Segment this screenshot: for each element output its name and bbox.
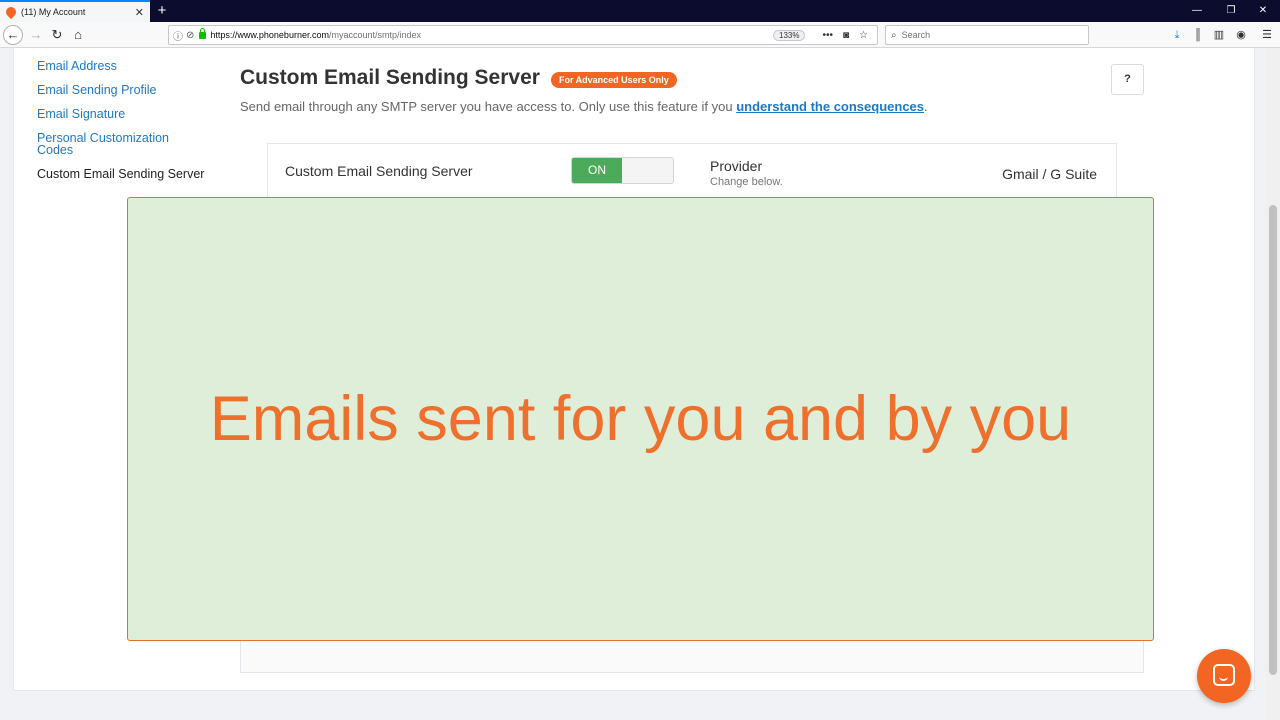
server-setting-label: Custom Email Sending Server xyxy=(285,163,473,179)
advanced-users-badge: For Advanced Users Only xyxy=(551,72,677,88)
browser-tab-active[interactable]: (11) My Account ✕ xyxy=(0,0,150,22)
tab-strip: (11) My Account ✕ + — ❐ ✕ xyxy=(0,0,1280,22)
tracking-protection-icon[interactable]: ⊘ xyxy=(186,30,194,41)
provider-hint: Change below. xyxy=(710,176,783,188)
url-path: /myaccount/smtp/index xyxy=(328,30,422,40)
menu-icon[interactable]: ☰ xyxy=(1259,27,1275,43)
back-arrow-icon[interactable]: ← xyxy=(3,25,23,45)
description-end: . xyxy=(924,99,928,114)
browser-toolbar: ← → ↻ ⌂ ⓘ ⊘ https://www.phoneburner.com … xyxy=(0,22,1280,48)
close-window-button[interactable]: ✕ xyxy=(1246,0,1280,22)
toggle-on-label: ON xyxy=(572,158,622,183)
tab-close-icon[interactable]: ✕ xyxy=(135,6,144,19)
overlay-caption: Emails sent for you and by you xyxy=(209,384,1072,454)
account-icon[interactable]: ◉ xyxy=(1233,27,1249,43)
sidebar-item-email-sending-profile[interactable]: Email Sending Profile xyxy=(37,84,217,97)
new-tab-button[interactable]: + xyxy=(153,1,171,21)
smtp-server-card: Custom Email Sending Server ON Provider … xyxy=(267,143,1117,203)
sidebar-toggle-icon[interactable]: ▥ xyxy=(1211,27,1227,43)
account-sidebar: Email Address Email Sending Profile Emai… xyxy=(37,60,217,192)
help-button[interactable]: ? xyxy=(1111,64,1144,95)
sidebar-item-email-address[interactable]: Email Address xyxy=(37,60,217,73)
zoom-level-badge[interactable]: 133% xyxy=(773,29,806,41)
provider-value: Gmail / G Suite xyxy=(1002,166,1097,182)
consequences-link[interactable]: understand the consequences xyxy=(736,99,924,114)
reload-icon[interactable]: ↻ xyxy=(47,25,67,45)
page-actions-icon[interactable]: ••• xyxy=(822,30,833,41)
server-toggle-switch[interactable]: ON xyxy=(571,157,674,184)
phoneburner-favicon-icon xyxy=(3,4,19,20)
chat-launcher-button[interactable] xyxy=(1197,649,1251,703)
restore-window-button[interactable]: ❐ xyxy=(1214,0,1248,22)
home-icon[interactable]: ⌂ xyxy=(68,25,88,45)
page-description: Send email through any SMTP server you h… xyxy=(240,99,928,114)
page-title: Custom Email Sending Server xyxy=(240,66,540,89)
url-host: https://www.phoneburner.com xyxy=(210,30,329,40)
search-input[interactable]: ⌕ Search xyxy=(885,25,1089,45)
library-icon[interactable]: ║ xyxy=(1190,27,1206,43)
pocket-icon[interactable]: ◙ xyxy=(843,30,849,41)
forward-arrow-icon[interactable]: → xyxy=(26,25,46,45)
site-info-icon[interactable]: ⓘ xyxy=(173,28,183,43)
description-text: Send email through any SMTP server you h… xyxy=(240,99,737,114)
sidebar-item-personal-customization-codes[interactable]: Personal Customization Codes xyxy=(37,132,177,157)
search-placeholder: Search xyxy=(901,30,931,40)
bookmark-star-icon[interactable]: ☆ xyxy=(859,30,868,41)
tab-title: (11) My Account xyxy=(21,7,86,17)
sidebar-item-custom-email-sending-server[interactable]: Custom Email Sending Server xyxy=(37,168,217,181)
search-icon: ⌕ xyxy=(891,29,897,41)
lock-icon xyxy=(199,27,207,39)
video-caption-overlay: Emails sent for you and by you xyxy=(127,197,1154,641)
scrollbar-thumb[interactable] xyxy=(1269,205,1277,675)
address-bar[interactable]: ⓘ ⊘ https://www.phoneburner.com /myaccou… xyxy=(168,25,878,45)
downloads-icon[interactable]: ⤓ xyxy=(1169,27,1185,43)
sidebar-item-email-signature[interactable]: Email Signature xyxy=(37,108,217,121)
chat-icon xyxy=(1213,664,1235,686)
provider-label: Provider xyxy=(710,158,763,174)
minimize-window-button[interactable]: — xyxy=(1180,0,1214,22)
